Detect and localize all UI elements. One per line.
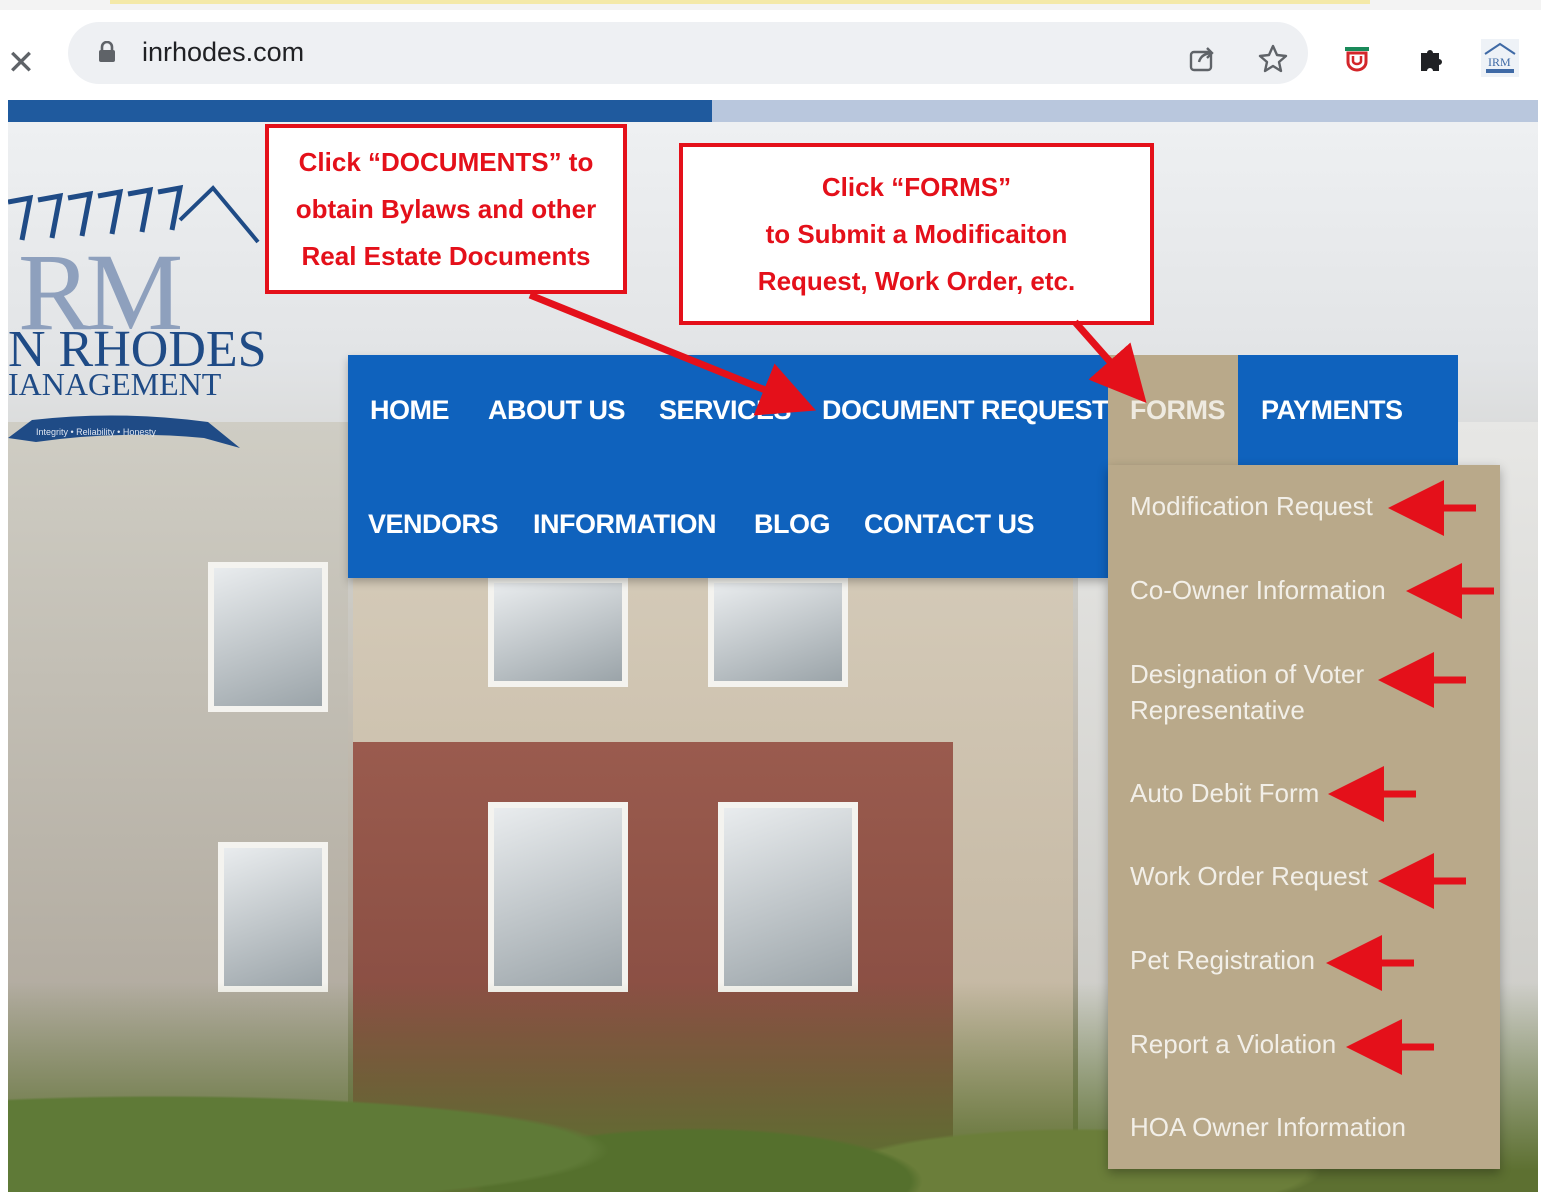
hero-window [488, 802, 628, 992]
nav-document-request[interactable]: DOCUMENT REQUEST [822, 395, 1109, 425]
nav-blog[interactable]: BLOG [754, 509, 831, 539]
main-navigation: HOME ABOUT US SERVICES DOCUMENT REQUEST … [348, 355, 1109, 578]
dropdown-item-report-a-violation[interactable]: Report a Violation [1130, 1026, 1336, 1063]
annotation-documents-callout: Click “DOCUMENTS” to obtain Bylaws and o… [265, 124, 627, 294]
nav-about-us[interactable]: ABOUT US [488, 395, 626, 425]
svg-text:IRM: IRM [1488, 55, 1511, 69]
address-bar[interactable]: inrhodes.com [68, 22, 1308, 84]
dropdown-item-co-owner-information[interactable]: Co-Owner Information [1130, 572, 1386, 609]
hero-window [708, 577, 848, 687]
annotation-documents-line3: Real Estate Documents [301, 240, 591, 271]
annotation-documents-line1: Click “DOCUMENTS” to [298, 146, 594, 177]
forms-dropdown-menu: Modification Request Co-Owner Informatio… [1108, 465, 1500, 1169]
hero-window [208, 562, 328, 712]
annotation-forms-line1: Click “FORMS” [821, 171, 1012, 202]
tab-strip-highlight [110, 0, 1370, 4]
page-load-progress [8, 100, 1538, 122]
dropdown-item-pet-registration[interactable]: Pet Registration [1130, 942, 1315, 979]
dropdown-item-work-order-request[interactable]: Work Order Request [1130, 858, 1368, 895]
hero-window [718, 802, 858, 992]
nav-vendors[interactable]: VENDORS [368, 509, 499, 539]
nav-forms[interactable]: FORMS [1130, 395, 1226, 425]
hero-window [488, 577, 628, 687]
nav-forms-tab[interactable]: FORMS [1108, 355, 1238, 465]
nav-contact-us[interactable]: CONTACT US [864, 509, 1035, 539]
close-icon[interactable]: ✕ [4, 46, 38, 80]
annotation-documents-line2: obtain Bylaws and other [295, 193, 597, 224]
nav-payments[interactable]: PAYMENTS [1261, 395, 1403, 425]
address-bar-url[interactable]: inrhodes.com [142, 37, 304, 68]
dropdown-item-hoa-owner-information[interactable]: HOA Owner Information [1130, 1109, 1406, 1146]
nav-home[interactable]: HOME [370, 395, 450, 425]
nav-information[interactable]: INFORMATION [533, 509, 716, 539]
lock-icon [99, 41, 115, 62]
annotation-forms-callout: Click “FORMS” to Submit a Modificaiton R… [679, 143, 1154, 325]
annotation-forms-line3: Request, Work Order, etc. [757, 265, 1076, 296]
nav-services[interactable]: SERVICES [659, 395, 792, 425]
star-icon[interactable] [1256, 42, 1290, 76]
share-icon[interactable] [1185, 42, 1219, 76]
dropdown-item-representative[interactable]: Representative [1130, 692, 1305, 729]
logo-name-line2: IANAGEMENT [8, 366, 222, 402]
annotation-forms-line2: to Submit a Modificaiton [765, 218, 1068, 249]
hero-window [218, 842, 328, 992]
logo-tagline: Integrity • Reliability • Honesty [36, 427, 156, 437]
dropdown-item-modification-request[interactable]: Modification Request [1130, 488, 1373, 525]
shield-extension-icon[interactable] [1340, 42, 1374, 76]
dropdown-item-auto-debit-form[interactable]: Auto Debit Form [1130, 775, 1319, 812]
tab-strip-edge [0, 0, 1541, 10]
company-logo[interactable]: RM N RHODES IANAGEMENT Integrity • Relia… [8, 180, 268, 480]
puzzle-extension-icon[interactable] [1414, 42, 1448, 76]
nav-payments-tab[interactable]: PAYMENTS [1238, 355, 1458, 465]
dropdown-item-designation-of-voter[interactable]: Designation of Voter [1130, 656, 1364, 693]
profile-avatar-icon[interactable]: IRM [1480, 38, 1520, 78]
browser-toolbar: ✕ inrhodes.com IRM [0, 10, 1541, 98]
page-load-progress-fill [8, 100, 712, 122]
